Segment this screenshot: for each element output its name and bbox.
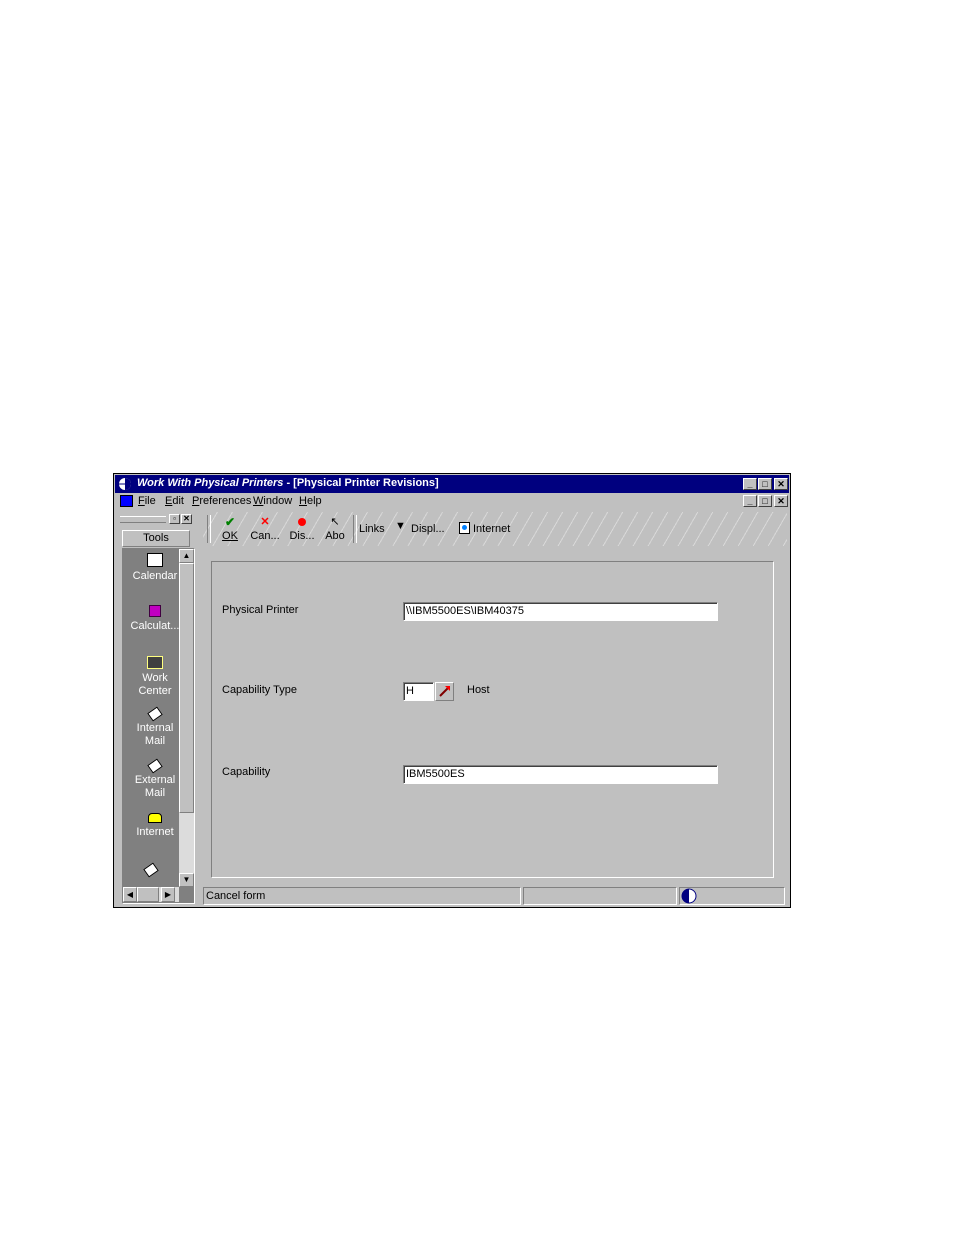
- tool-internet-label: Internet: [136, 826, 174, 838]
- links-menu[interactable]: Links: [359, 523, 385, 535]
- scroll-right-button[interactable]: ▶: [161, 887, 175, 902]
- app-globe-icon: [119, 478, 131, 490]
- internet-link-icon[interactable]: [459, 522, 470, 534]
- tools-panel: ▫ ✕ Tools Calendar Calculat... Work Cent…: [119, 514, 195, 904]
- calendar-icon: [147, 553, 163, 567]
- tool-work-center-label: Work Center: [138, 672, 172, 697]
- scroll-thumb[interactable]: [179, 563, 194, 813]
- window-title-app: Work With Physical Printers: [137, 477, 284, 489]
- status-bar: Cancel form: [203, 886, 787, 906]
- display-menu[interactable]: Displ...: [411, 523, 445, 535]
- capability-type-description: Host: [467, 684, 490, 696]
- menu-window-label: indow: [263, 495, 293, 507]
- tool-partial-icon[interactable]: [143, 862, 159, 878]
- menu-file-mnemonic: F: [138, 495, 145, 507]
- about-label: Abo: [325, 530, 345, 542]
- external-mail-icon: [147, 758, 163, 774]
- child-restore-button[interactable]: □: [758, 495, 772, 507]
- work-center-icon: [147, 656, 163, 669]
- visual-assist-button[interactable]: [435, 682, 454, 701]
- status-cell-3: [679, 887, 785, 905]
- menu-bar: File Edit Preferences Window Help _ □ ✕: [115, 493, 789, 510]
- tool-external-mail-label: External Mail: [134, 774, 176, 799]
- tool-internet[interactable]: Internet: [127, 813, 183, 839]
- capability-type-field[interactable]: H: [403, 682, 434, 701]
- help-cursor-icon: ↖: [330, 516, 340, 528]
- capability-label: Capability: [222, 766, 271, 778]
- capability-field[interactable]: IBM5500ES: [403, 765, 718, 784]
- cancel-x-icon: ✕: [260, 516, 270, 528]
- cancel-label: Can...: [250, 530, 280, 542]
- scroll-down-button[interactable]: ▼: [179, 873, 194, 887]
- internet-icon: [148, 813, 162, 823]
- tool-calendar[interactable]: Calendar: [127, 553, 183, 583]
- menu-help-mnemonic: H: [299, 495, 307, 507]
- horizontal-scroll-thumb[interactable]: [137, 887, 159, 902]
- form-body: Physical Printer \\IBM5500ES\IBM40375 Ca…: [211, 561, 774, 878]
- menu-preferences[interactable]: Preferences: [192, 495, 251, 507]
- minimize-button[interactable]: _: [743, 478, 757, 490]
- window-title-form: - [Physical Printer Revisions]: [283, 477, 439, 489]
- visual-assist-icon: [439, 686, 450, 697]
- capability-type-label: Capability Type: [222, 684, 298, 696]
- menu-file-label: ile: [144, 495, 156, 507]
- close-button[interactable]: ✕: [774, 478, 788, 490]
- display-errors-icon: [287, 516, 317, 530]
- menu-preferences-label: references: [199, 495, 252, 507]
- physical-printer-label: Physical Printer: [222, 604, 299, 616]
- window-title: Work With Physical Printers - [Physical …: [137, 477, 439, 489]
- tools-list: Calendar Calculat... Work Center Interna…: [122, 548, 195, 904]
- form-toolbar: ✔ OK ✕ Can... Dis... ↖ Abo Links ▼ Displ…: [203, 512, 787, 546]
- application-window: Work With Physical Printers - [Physical …: [113, 473, 791, 908]
- tool-calendar-label: Calendar: [132, 570, 178, 582]
- tools-vertical-scrollbar[interactable]: ▲ ▼: [179, 549, 194, 887]
- ok-button[interactable]: ✔ OK: [219, 516, 241, 542]
- scroll-left-button[interactable]: ◀: [123, 887, 137, 902]
- display-dropdown-arrow-icon[interactable]: ▼: [395, 520, 406, 532]
- menu-help-label: elp: [306, 495, 322, 507]
- menu-file[interactable]: File: [138, 495, 156, 507]
- tool-external-mail[interactable]: External Mail: [127, 758, 183, 800]
- document-icon[interactable]: [120, 495, 133, 507]
- child-close-button[interactable]: ✕: [774, 495, 788, 507]
- internet-link[interactable]: Internet: [473, 523, 510, 535]
- toolbar-grip[interactable]: [207, 515, 211, 543]
- menu-edit[interactable]: Edit: [165, 495, 184, 507]
- scroll-up-button[interactable]: ▲: [179, 549, 194, 563]
- menu-edit-label: dit: [172, 495, 184, 507]
- menu-window-mnemonic: W: [253, 495, 264, 507]
- status-cell-2: [523, 887, 677, 905]
- child-minimize-button[interactable]: _: [743, 495, 757, 507]
- tools-header[interactable]: Tools: [122, 530, 190, 547]
- panel-grip[interactable]: [120, 516, 166, 523]
- tool-work-center[interactable]: Work Center: [127, 656, 183, 698]
- maximize-button[interactable]: □: [758, 478, 772, 490]
- display-errors-label: Dis...: [289, 530, 315, 542]
- checkmark-icon: ✔: [224, 515, 236, 529]
- tool-calculator[interactable]: Calculat...: [127, 605, 183, 633]
- toolbar-separator: [353, 515, 357, 543]
- display-errors-button[interactable]: Dis...: [287, 516, 317, 542]
- menu-help[interactable]: Help: [299, 495, 322, 507]
- tools-horizontal-scrollbar[interactable]: ◀ ▶: [123, 887, 179, 902]
- tool-calculator-label: Calculat...: [130, 620, 180, 632]
- physical-printer-field[interactable]: \\IBM5500ES\IBM40375: [403, 602, 718, 621]
- tool-internal-mail-label: Internal Mail: [136, 722, 174, 747]
- ok-label: OK: [222, 530, 238, 542]
- internal-mail-icon: [147, 706, 163, 722]
- title-bar[interactable]: Work With Physical Printers - [Physical …: [115, 475, 789, 493]
- panel-float-button[interactable]: ▫: [169, 514, 180, 524]
- panel-close-button[interactable]: ✕: [181, 514, 192, 524]
- menu-window[interactable]: Window: [253, 495, 292, 507]
- cancel-button[interactable]: ✕ Can...: [248, 516, 282, 542]
- status-message: Cancel form: [203, 887, 521, 905]
- tool-internal-mail[interactable]: Internal Mail: [127, 706, 183, 748]
- about-button[interactable]: ↖ Abo: [321, 516, 349, 542]
- calculator-icon: [149, 605, 161, 617]
- globe-status-icon: [681, 888, 697, 904]
